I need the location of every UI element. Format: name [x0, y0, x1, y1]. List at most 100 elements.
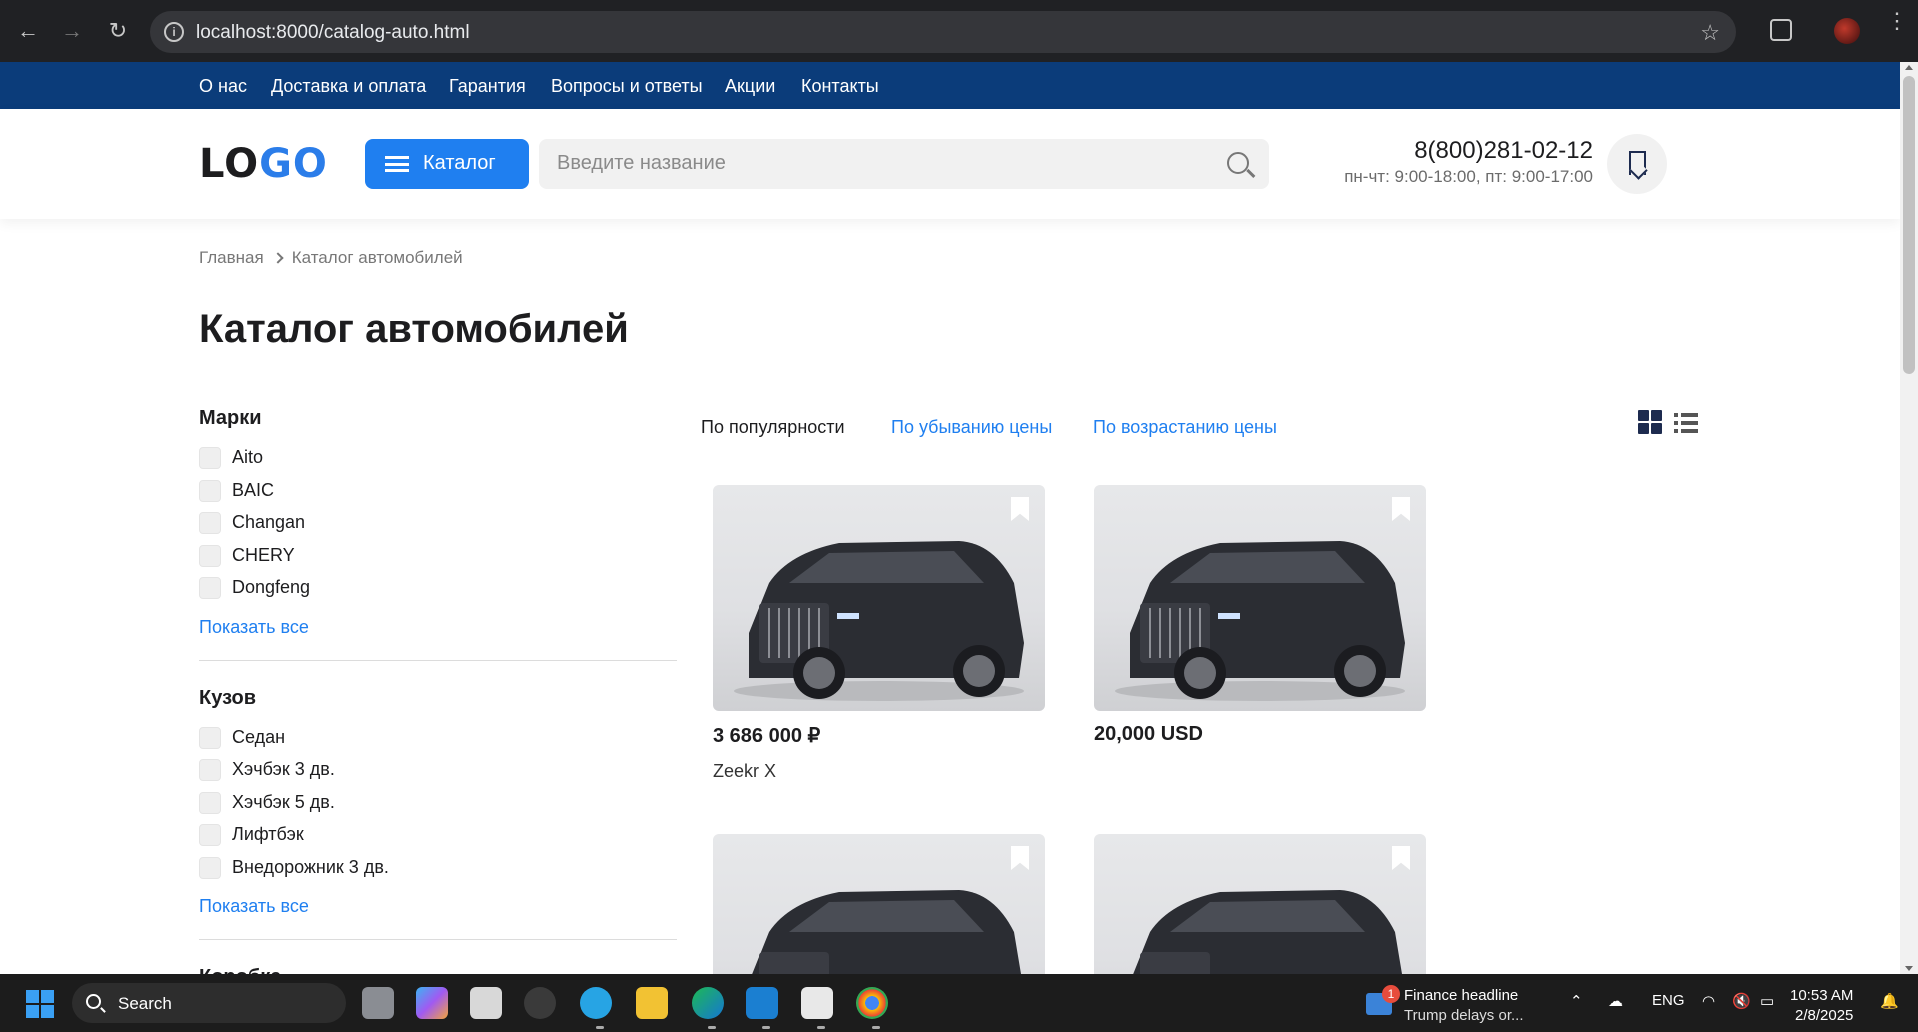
option-label[interactable]: Changan — [232, 512, 305, 533]
search-input[interactable] — [557, 152, 1157, 175]
breadcrumb-home[interactable]: Главная — [199, 248, 264, 268]
checkbox[interactable] — [199, 856, 221, 879]
clock-date: 2/8/2025 — [1795, 1007, 1854, 1024]
sort-price-asc[interactable]: По возрастанию цены — [1093, 417, 1277, 438]
checkbox[interactable] — [199, 479, 221, 502]
list-view-icon[interactable] — [1674, 412, 1698, 434]
running-indicator — [817, 1026, 825, 1029]
windows-start-icon[interactable] — [26, 990, 54, 1018]
search-box — [539, 139, 1269, 189]
filter-option[interactable]: Changan — [199, 509, 677, 542]
nav-about[interactable]: О нас — [199, 76, 247, 97]
catalog-button[interactable]: Каталог — [365, 139, 529, 189]
nav-faq[interactable]: Вопросы и ответы — [551, 76, 703, 97]
onedrive-icon[interactable]: ☁ — [1608, 992, 1623, 1010]
telegram-icon[interactable] — [580, 987, 612, 1019]
search-icon[interactable] — [1227, 152, 1249, 174]
chevron-up-icon[interactable]: ⌃ — [1570, 992, 1583, 1010]
bookmark-star-icon[interactable]: ☆ — [1700, 20, 1720, 46]
reload-icon[interactable]: ↻ — [106, 19, 130, 43]
browser-menu-icon[interactable]: ⋮ — [1886, 10, 1908, 32]
phone-number[interactable]: 8(800)281-02-12 — [1414, 137, 1593, 165]
car-image[interactable] — [713, 485, 1045, 711]
nav-promo[interactable]: Акции — [725, 76, 775, 97]
notifications-bell-icon[interactable]: 🔔 — [1880, 992, 1899, 1010]
address-bar[interactable]: i localhost:8000/catalog-auto.html ☆ — [150, 11, 1736, 53]
chrome-icon[interactable] — [856, 987, 888, 1019]
battery-icon[interactable]: ▭ — [1760, 992, 1774, 1010]
divider — [199, 939, 677, 940]
app-icon[interactable] — [524, 987, 556, 1019]
filter-option[interactable]: Хэчбэк 5 дв. — [199, 789, 677, 822]
scroll-down-icon[interactable] — [1905, 966, 1913, 971]
grid-view-icon[interactable] — [1638, 410, 1662, 434]
app-icon[interactable] — [801, 987, 833, 1019]
show-all-body-link[interactable]: Показать все — [199, 896, 677, 917]
nav-warranty[interactable]: Гарантия — [449, 76, 526, 97]
filter-option[interactable]: Внедорожник 3 дв. — [199, 854, 677, 887]
option-label[interactable]: Хэчбэк 3 дв. — [232, 759, 335, 780]
scroll-thumb[interactable] — [1903, 76, 1915, 374]
wifi-icon[interactable]: ◠ — [1702, 992, 1715, 1010]
task-view-icon[interactable] — [362, 987, 394, 1019]
car-image[interactable] — [713, 834, 1045, 974]
snipping-tool-icon[interactable] — [470, 987, 502, 1019]
page-scrollbar[interactable] — [1900, 62, 1918, 974]
option-label[interactable]: Лифтбэк — [232, 824, 304, 845]
file-explorer-icon[interactable] — [636, 987, 668, 1019]
nav-delivery[interactable]: Доставка и оплата — [271, 76, 426, 97]
filter-option[interactable]: Седан — [199, 724, 677, 757]
edge-icon[interactable] — [692, 987, 724, 1019]
car-image[interactable] — [1094, 485, 1426, 711]
favorites-button[interactable] — [1607, 134, 1667, 194]
volume-mute-icon[interactable]: 🔇 — [1732, 992, 1751, 1010]
car-illustration — [1115, 541, 1405, 701]
web-page: О нас Доставка и оплата Гарантия Вопросы… — [0, 62, 1900, 974]
site-info-icon[interactable]: i — [164, 22, 184, 42]
car-image[interactable] — [1094, 834, 1426, 974]
checkbox[interactable] — [199, 824, 221, 846]
url-text[interactable]: localhost:8000/catalog-auto.html — [196, 22, 470, 44]
checkbox[interactable] — [199, 791, 221, 814]
option-label[interactable]: BAIC — [232, 480, 274, 501]
forward-icon[interactable]: → — [60, 19, 84, 43]
filter-option[interactable]: Dongfeng — [199, 574, 677, 607]
sort-price-desc[interactable]: По убыванию цены — [891, 417, 1052, 438]
checkbox[interactable] — [199, 447, 221, 469]
vscode-icon[interactable] — [746, 987, 778, 1019]
checkbox[interactable] — [199, 512, 221, 534]
filter-brands: Марки Aito BAIC Changan CHERY Dongfeng П… — [199, 407, 677, 638]
option-label[interactable]: Седан — [232, 727, 285, 748]
option-label[interactable]: CHERY — [232, 545, 295, 566]
checkbox[interactable] — [199, 544, 221, 567]
system-clock[interactable]: 10:53 AM 2/8/2025 — [1790, 986, 1853, 1026]
copilot-icon[interactable] — [416, 987, 448, 1019]
extensions-icon[interactable] — [1770, 19, 1792, 41]
divider — [199, 659, 677, 661]
filter-body: Кузов Седан Хэчбэк 3 дв. Хэчбэк 5 дв. Ли… — [199, 687, 677, 918]
product-name[interactable]: Zeekr X — [713, 761, 776, 782]
taskbar-search[interactable]: Search — [72, 983, 346, 1023]
filter-option[interactable]: Лифтбэк — [199, 821, 677, 854]
option-label[interactable]: Внедорожник 3 дв. — [232, 857, 389, 878]
filter-option[interactable]: Хэчбэк 3 дв. — [199, 756, 677, 789]
filter-option[interactable]: BAIC — [199, 477, 677, 510]
checkbox[interactable] — [199, 577, 221, 599]
profile-avatar[interactable] — [1834, 18, 1860, 44]
option-label[interactable]: Aito — [232, 447, 263, 468]
checkbox[interactable] — [199, 726, 221, 749]
back-icon[interactable]: ← — [16, 19, 40, 43]
option-label[interactable]: Хэчбэк 5 дв. — [232, 792, 335, 813]
checkbox[interactable] — [199, 759, 221, 781]
nav-contacts[interactable]: Контакты — [801, 76, 879, 97]
logo[interactable]: LOGO — [199, 141, 328, 187]
car-illustration — [752, 890, 1021, 974]
language-indicator[interactable]: ENG — [1652, 992, 1685, 1009]
option-label[interactable]: Dongfeng — [232, 577, 310, 598]
sort-popular[interactable]: По популярности — [701, 417, 845, 438]
filter-option[interactable]: CHERY — [199, 542, 677, 575]
scroll-up-icon[interactable] — [1905, 65, 1913, 70]
filter-option[interactable]: Aito — [199, 444, 677, 477]
show-all-brands-link[interactable]: Показать все — [199, 617, 677, 638]
working-hours: пн-чт: 9:00-18:00, пт: 9:00-17:00 — [1344, 167, 1593, 186]
